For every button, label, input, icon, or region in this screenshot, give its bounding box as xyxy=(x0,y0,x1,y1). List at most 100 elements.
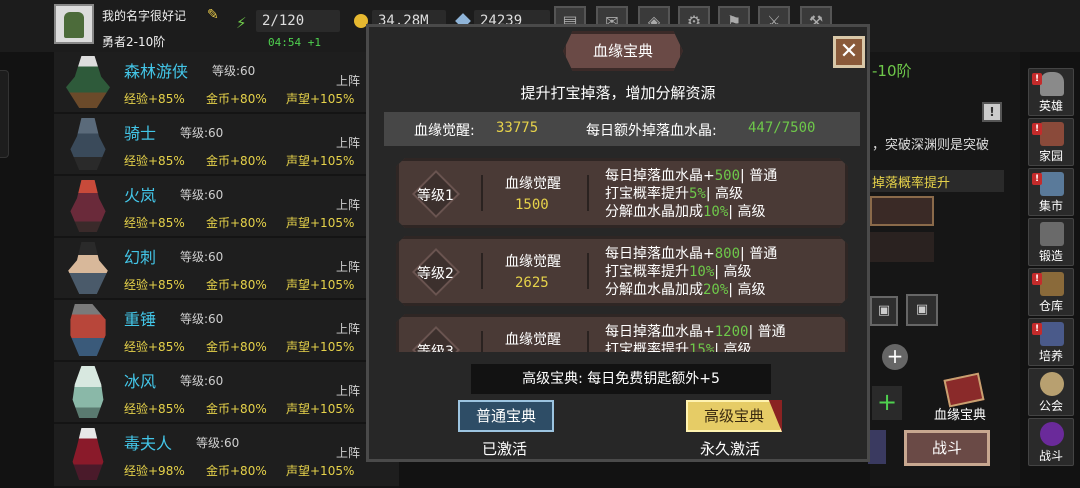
tier-effect-line: 打宝概率提升15%| 高级 xyxy=(605,339,751,352)
nav-label: 英雄 xyxy=(1038,99,1063,113)
add-slot-button[interactable]: + xyxy=(882,344,908,370)
tier-awaken-label: 血缘觉醒 xyxy=(505,176,561,192)
hero-exp-bonus: 经验+85% xyxy=(124,278,185,292)
tier-level: 等级1 xyxy=(417,188,454,204)
effect-text: 分解血水晶加成 xyxy=(605,204,703,220)
hero-name: 毒夫人 xyxy=(124,434,173,453)
tier-list[interactable]: 等级1 血缘觉醒 1500 每日掉落血水晶+500| 普通 打宝概率提升5%| … xyxy=(384,150,860,352)
add-green-button[interactable]: + xyxy=(872,386,902,420)
chest-icon xyxy=(1040,272,1064,296)
hero-row[interactable]: 冰风 等级:60 上阵 经验+85% 金币+80% 声望+105% xyxy=(54,362,399,424)
nav-heroes[interactable]: ! 英雄 xyxy=(1028,68,1074,116)
alert-badge: ! xyxy=(1032,73,1042,85)
info-button[interactable]: ! xyxy=(982,102,1002,122)
alert-badge: ! xyxy=(1032,173,1042,185)
effect-tag: | 普通 xyxy=(740,168,778,184)
hero-fame-bonus: 声望+105% xyxy=(286,402,355,416)
lock-icon[interactable]: ▣ xyxy=(870,296,898,326)
alert-badge: ! xyxy=(1032,323,1042,335)
hero-row[interactable]: 森林游侠 等级:60 上阵 经验+85% 金币+80% 声望+105% xyxy=(54,52,399,114)
effect-text: 打宝概率提升 xyxy=(605,264,689,280)
hero-name: 森林游侠 xyxy=(124,62,189,81)
hero-fame-bonus: 声望+105% xyxy=(286,154,355,168)
effect-value: 1200 xyxy=(714,324,749,340)
awaken-label: 血缘觉醒: xyxy=(414,123,475,139)
hero-gold-bonus: 金币+80% xyxy=(206,216,267,230)
market-stall-icon xyxy=(1040,172,1064,196)
bonus-fragment: 掉落概率提升 xyxy=(872,176,951,191)
hero-exp-bonus: 经验+85% xyxy=(124,92,185,106)
nav-battle[interactable]: 战斗 xyxy=(1028,418,1074,466)
divider xyxy=(587,331,589,352)
effect-tag: | 高级 xyxy=(728,282,766,298)
energy-counter: 2/120 xyxy=(256,10,340,32)
normal-book-status: 已激活 xyxy=(482,440,528,458)
left-edge-tab[interactable] xyxy=(0,70,9,158)
nav-home[interactable]: ! 家园 xyxy=(1028,118,1074,166)
nav-training[interactable]: ! 培养 xyxy=(1028,318,1074,366)
tier-awaken-value: 1500 xyxy=(515,197,549,213)
knight-helmet-icon xyxy=(1040,72,1064,96)
nav-forge[interactable]: 锻造 xyxy=(1028,218,1074,266)
hero-fame-bonus: 声望+105% xyxy=(286,340,355,354)
hero-row[interactable]: 幻刺 等级:60 上阵 经验+85% 金币+80% 声望+105% xyxy=(54,238,399,300)
hero-row[interactable]: 骑士 等级:60 上阵 经验+85% 金币+80% 声望+105% xyxy=(54,114,399,176)
close-button[interactable]: ✕ xyxy=(833,36,865,68)
effect-value: 10% xyxy=(703,204,729,220)
effect-text: 打宝概率提升 xyxy=(605,342,689,352)
lock-icon[interactable]: ▣ xyxy=(906,294,938,326)
guild-emblem-icon xyxy=(1040,372,1064,396)
hero-level: 等级:60 xyxy=(196,436,240,450)
effect-text: 每日掉落血水晶+ xyxy=(605,246,715,262)
effect-tag: | 普通 xyxy=(748,324,786,340)
effect-tag: | 高级 xyxy=(728,204,766,220)
battle-button[interactable]: 战斗 xyxy=(904,430,990,466)
edit-name-icon[interactable]: ✎ xyxy=(207,8,221,22)
hero-deploy-status: 上阵 xyxy=(336,446,361,460)
nav-market[interactable]: ! 集市 xyxy=(1028,168,1074,216)
hero-fame-bonus: 声望+105% xyxy=(286,464,355,478)
normal-book-button[interactable]: 普通宝典 xyxy=(458,400,554,432)
effect-value: 5% xyxy=(689,186,706,202)
hero-deploy-status: 上阵 xyxy=(336,74,361,88)
player-name: 我的名字很好记 xyxy=(102,9,187,23)
hero-sprite xyxy=(70,118,106,170)
portal-icon xyxy=(1040,422,1064,446)
effect-tag: | 高级 xyxy=(705,186,744,202)
effect-text: 每日掉落血水晶+ xyxy=(605,324,715,340)
daily-crystal-label: 每日额外掉落血水晶: xyxy=(586,123,717,139)
nav-guild[interactable]: 公会 xyxy=(1028,368,1074,416)
effect-value: 10% xyxy=(689,264,715,280)
player-avatar[interactable] xyxy=(54,4,94,44)
hero-row[interactable]: 重锤 等级:60 上阵 经验+85% 金币+80% 声望+105% xyxy=(54,300,399,362)
hero-sprite xyxy=(72,428,104,480)
energy-icon: ⚡ xyxy=(236,14,247,32)
hero-name: 冰风 xyxy=(124,372,157,391)
hero-fame-bonus: 声望+105% xyxy=(286,216,355,230)
modal-subtitle: 提升打宝掉落，增加分解资源 xyxy=(520,84,716,102)
tier-card: 等级2 血缘觉醒 2625 每日掉落血水晶+800| 普通 打宝概率提升10%|… xyxy=(396,236,848,306)
hero-sprite xyxy=(68,242,108,294)
awaken-stats-bar: 血缘觉醒: 33775 每日额外掉落血水晶: 447/7500 xyxy=(384,112,860,146)
hero-exp-bonus: 经验+85% xyxy=(124,340,185,354)
hero-row[interactable]: 毒夫人 等级:60 上阵 经验+98% 金币+80% 声望+105% xyxy=(54,424,399,488)
nav-warehouse[interactable]: ! 仓库 xyxy=(1028,268,1074,316)
divider xyxy=(587,253,589,289)
alert-badge: ! xyxy=(1032,123,1042,135)
hero-sprite xyxy=(70,180,106,232)
hero-row[interactable]: 火岚 等级:60 上阵 经验+85% 金币+80% 声望+105% xyxy=(54,176,399,238)
effect-value: 500 xyxy=(714,168,741,184)
hero-level: 等级:60 xyxy=(180,312,224,326)
tier-awaken-label: 血缘觉醒 xyxy=(505,254,561,270)
hero-name: 幻刺 xyxy=(124,248,157,267)
tier-card: 等级1 血缘觉醒 1500 每日掉落血水晶+500| 普通 打宝概率提升5%| … xyxy=(396,158,848,228)
effect-value: 800 xyxy=(714,246,741,262)
nav-label: 锻造 xyxy=(1038,249,1063,263)
nav-label: 战斗 xyxy=(1038,449,1063,463)
advanced-book-button[interactable]: 高级宝典 xyxy=(686,400,782,432)
hero-deploy-status: 上阵 xyxy=(336,260,361,274)
effect-value: 20% xyxy=(703,282,729,298)
hero-name: 骑士 xyxy=(124,124,157,143)
effect-tag: | 高级 xyxy=(714,342,752,352)
hero-gold-bonus: 金币+80% xyxy=(206,154,267,168)
